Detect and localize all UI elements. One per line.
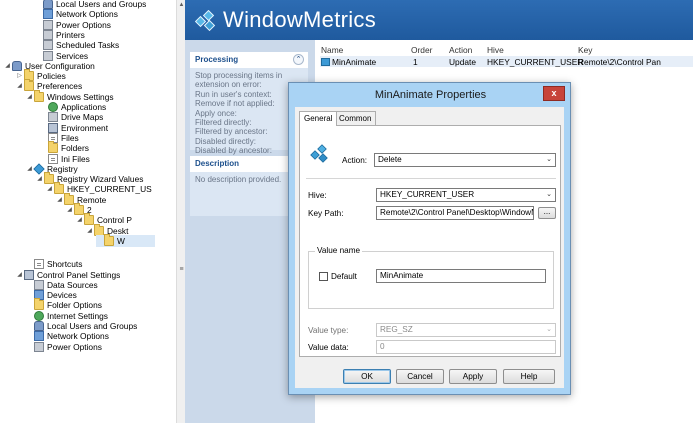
tab-general[interactable]: General: [299, 111, 338, 126]
power-icon: [34, 341, 44, 352]
processing-header[interactable]: Processing ⌃: [190, 52, 308, 68]
collapse-arrow-icon[interactable]: ◢: [16, 269, 23, 281]
column-header-key[interactable]: Key: [578, 45, 592, 55]
registry-cubes-icon: [310, 144, 328, 163]
divider: [306, 178, 556, 179]
row-order-cell: 1: [413, 57, 418, 67]
collapse-arrow-icon[interactable]: ◢: [16, 80, 23, 92]
processing-line: extension on error:: [195, 80, 262, 90]
collapse-arrow-icon[interactable]: ◢: [26, 91, 33, 103]
processing-line: Run in user's context:: [195, 89, 272, 99]
banner-title: WindowMetrics: [223, 7, 377, 32]
collapse-chevron-icon[interactable]: ⌃: [293, 54, 304, 65]
value-type-label: Value type:: [308, 326, 349, 335]
processing-header-label: Processing: [195, 55, 239, 64]
item-banner: WindowMetrics: [185, 0, 693, 40]
value-name-group: Value name Default MinAnimate: [308, 246, 554, 309]
tab-common[interactable]: Common: [334, 111, 377, 125]
key-path-input[interactable]: Remote\2\Control Panel\Desktop\WindowMet…: [376, 206, 534, 220]
key-path-label: Key Path:: [308, 209, 344, 218]
hive-label: Hive:: [308, 191, 327, 200]
default-checkbox[interactable]: [319, 272, 328, 281]
value-type-value: REG_SZ: [380, 325, 413, 334]
tree-item-label: W: [117, 235, 125, 246]
chevron-down-icon: ⌄: [546, 326, 552, 333]
chevron-down-icon: ⌄: [546, 156, 552, 163]
cancel-button[interactable]: Cancel: [396, 369, 444, 384]
value-type-select: REG_SZ ⌄: [376, 323, 556, 337]
processing-line: Stop processing items in: [195, 71, 283, 80]
processing-line: Apply once:: [195, 108, 237, 118]
default-label: Default: [331, 272, 357, 281]
general-tab-page: Action: Delete ⌄ Hive: HKEY_CURRENT_USER…: [299, 125, 561, 357]
processing-line: Remove if not applied:: [195, 99, 275, 109]
ok-button[interactable]: OK: [343, 369, 391, 384]
collapse-arrow-icon[interactable]: ◢: [36, 173, 43, 185]
browse-button[interactable]: ...: [538, 207, 556, 219]
processing-line: Filtered by ancestor:: [195, 127, 268, 137]
collapse-arrow-icon[interactable]: ◢: [56, 194, 63, 206]
value-data-input: 0: [376, 340, 556, 354]
row-hive-cell: HKEY_CURRENT_USER: [487, 57, 584, 67]
column-header-action[interactable]: Action: [449, 45, 472, 55]
navigation-tree: Local Users and Groups Network Options Pow…: [0, 0, 176, 423]
row-name-text: MinAnimate: [332, 57, 377, 67]
row-name-cell[interactable]: MinAnimate: [321, 57, 376, 67]
action-label: Action:: [342, 156, 368, 165]
column-header-hive[interactable]: Hive: [487, 45, 504, 55]
scroll-grip-icon[interactable]: ≡: [178, 266, 185, 276]
collapse-arrow-icon[interactable]: ◢: [76, 214, 83, 226]
tree-item[interactable]: W: [96, 233, 155, 247]
value-data-label: Value data:: [308, 343, 349, 352]
folder-icon: [104, 233, 114, 246]
chevron-down-icon: ⌄: [546, 191, 552, 198]
action-select[interactable]: Delete ⌄: [374, 153, 556, 167]
collapse-arrow-icon[interactable]: ◢: [86, 225, 93, 237]
column-header-order[interactable]: Order: [411, 45, 432, 55]
close-button[interactable]: x: [543, 86, 565, 101]
collapse-arrow-icon[interactable]: ◢: [4, 60, 11, 72]
value-name-input[interactable]: MinAnimate: [376, 269, 546, 283]
apply-button[interactable]: Apply: [449, 369, 497, 384]
description-header-label: Description: [195, 159, 240, 168]
hive-select-value: HKEY_CURRENT_USER: [380, 190, 475, 199]
properties-dialog: MinAnimate Properties x General Common A…: [288, 82, 571, 395]
row-key-cell: Remote\2\Control Pan: [578, 57, 661, 67]
scroll-up-arrow-icon[interactable]: ▲: [178, 2, 185, 11]
value-name-legend: Value name: [315, 246, 363, 255]
collapse-arrow-icon[interactable]: ◢: [66, 204, 73, 216]
registry-item-icon: [321, 58, 330, 66]
tree-item[interactable]: Power Options: [26, 341, 102, 353]
hive-select[interactable]: HKEY_CURRENT_USER ⌄: [376, 188, 556, 202]
registry-cubes-icon: [195, 10, 216, 32]
dialog-title: MinAnimate Properties: [374, 89, 487, 101]
collapse-arrow-icon[interactable]: ◢: [26, 163, 33, 175]
processing-line: Filtered directly:: [195, 118, 252, 128]
processing-line: Disabled by ancestor:: [195, 146, 272, 156]
dialog-body: General Common Action: Delete ⌄ Hive: HK…: [295, 107, 564, 388]
collapse-arrow-icon[interactable]: ◢: [46, 183, 53, 195]
help-button[interactable]: Help: [503, 369, 555, 384]
tree-scrollbar[interactable]: ▲ ≡: [176, 0, 185, 423]
action-select-value: Delete: [378, 155, 402, 164]
column-header-name[interactable]: Name: [321, 45, 343, 55]
row-action-cell: Update: [449, 57, 477, 67]
processing-line: Disabled directly:: [195, 136, 256, 146]
tree-item-label: Power Options: [47, 341, 102, 352]
